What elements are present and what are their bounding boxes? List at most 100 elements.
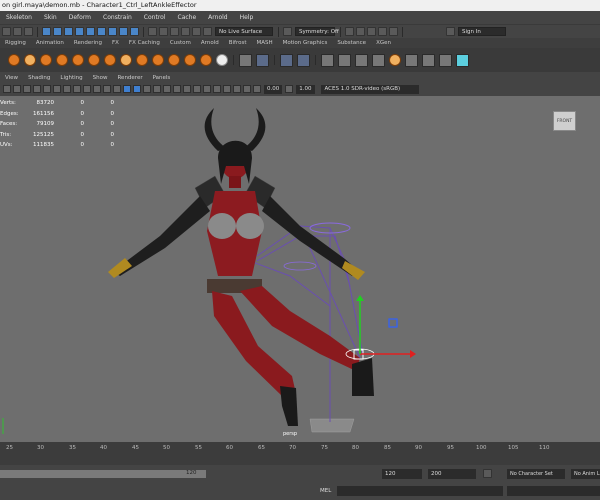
resolution-gate-icon[interactable]	[83, 85, 91, 93]
menu-arnold[interactable]: Arnold	[202, 14, 233, 21]
combine-icon[interactable]	[280, 53, 293, 67]
wireframe-on-shaded-icon[interactable]	[143, 85, 151, 93]
soccer-ball-icon[interactable]	[216, 54, 228, 66]
tab-substance[interactable]: Substance	[332, 40, 371, 46]
motion-blur-icon[interactable]	[193, 85, 201, 93]
select-hierarchy-icon[interactable]	[2, 27, 11, 36]
snap-grid-icon[interactable]	[148, 27, 157, 36]
tab-bifrost[interactable]: Bifrost	[224, 40, 252, 46]
symmetry-dropdown[interactable]: Symmetry: Off	[295, 27, 339, 36]
tab-fx[interactable]: FX	[107, 40, 124, 46]
tab-custom[interactable]: Custom	[165, 40, 196, 46]
time-slider[interactable]: 25 30 35 40 45 50 55 60 65 70 75 80 85 9…	[0, 442, 600, 465]
smooth-shade-icon[interactable]	[133, 85, 141, 93]
range-end-field[interactable]: 120	[382, 469, 422, 479]
grid-icon[interactable]	[63, 85, 71, 93]
menu-lighting[interactable]: Lighting	[55, 75, 87, 81]
user-icon[interactable]	[446, 27, 455, 36]
tab-xgen[interactable]: XGen	[371, 40, 396, 46]
sign-in-dropdown[interactable]: Sign In	[458, 27, 506, 36]
command-language-label[interactable]: MEL	[320, 488, 331, 494]
skull-icon[interactable]	[422, 53, 435, 67]
rig-control[interactable]	[283, 261, 317, 271]
mask-icon[interactable]	[130, 27, 139, 36]
torus-icon[interactable]	[88, 54, 100, 66]
mask-icon[interactable]	[64, 27, 73, 36]
fill-hole-icon[interactable]	[372, 53, 385, 67]
isolate-icon[interactable]	[213, 85, 221, 93]
grid-icon[interactable]	[256, 53, 269, 67]
mask-icon[interactable]	[86, 27, 95, 36]
shadows-icon[interactable]	[173, 85, 181, 93]
snap-point-icon[interactable]	[170, 27, 179, 36]
move-axis-x-arrow[interactable]	[410, 350, 416, 358]
render-settings-icon[interactable]	[367, 27, 376, 36]
mirror-icon[interactable]	[405, 53, 418, 67]
exposure-field[interactable]: 0.00	[264, 84, 283, 94]
menu-panels[interactable]: Panels	[148, 75, 176, 81]
film-gate-icon[interactable]	[73, 85, 81, 93]
live-surface-field[interactable]: No Live Surface	[215, 27, 273, 36]
ipr-render-icon[interactable]	[356, 27, 365, 36]
image-plane-icon[interactable]	[33, 85, 41, 93]
extrude-icon[interactable]	[321, 53, 334, 67]
menu-control[interactable]: Control	[138, 14, 172, 21]
command-input[interactable]	[337, 486, 503, 496]
disc-icon[interactable]	[104, 54, 116, 66]
prism-icon[interactable]	[152, 54, 164, 66]
ambient-occlusion-icon[interactable]	[183, 85, 191, 93]
hypershade-icon[interactable]	[378, 27, 387, 36]
smooth-icon[interactable]	[389, 54, 401, 66]
pipe-icon[interactable]	[168, 54, 180, 66]
humanik-icon[interactable]	[456, 53, 469, 67]
anti-aliasing-icon[interactable]	[203, 85, 211, 93]
2d-pan-icon[interactable]	[43, 85, 51, 93]
menu-skin[interactable]: Skin	[38, 14, 63, 21]
tab-arnold[interactable]: Arnold	[196, 40, 224, 46]
menu-help[interactable]: Help	[234, 14, 260, 21]
menu-show[interactable]: Show	[88, 75, 113, 81]
mask-icon[interactable]	[53, 27, 62, 36]
tab-motion-graphics[interactable]: Motion Graphics	[278, 40, 333, 46]
platonic-icon[interactable]	[120, 54, 132, 66]
select-component-icon[interactable]	[24, 27, 33, 36]
cylinder-icon[interactable]	[40, 54, 52, 66]
camera-attr-icon[interactable]	[13, 85, 21, 93]
move-axis-y-arrow[interactable]	[356, 295, 364, 301]
snap-surface-icon[interactable]	[192, 27, 201, 36]
mask-icon[interactable]	[97, 27, 106, 36]
sphere-icon[interactable]	[8, 54, 20, 66]
bookmark-icon[interactable]	[23, 85, 31, 93]
backface-icon[interactable]	[243, 85, 251, 93]
wireframe-icon[interactable]	[123, 85, 131, 93]
gamma-icon[interactable]	[285, 85, 294, 93]
xray-icon[interactable]	[223, 85, 231, 93]
helix-icon[interactable]	[184, 54, 196, 66]
safe-action-icon[interactable]	[113, 85, 121, 93]
tab-rendering[interactable]: Rendering	[69, 40, 107, 46]
symmetry-icon[interactable]	[283, 27, 292, 36]
gear-icon[interactable]	[200, 54, 212, 66]
bridge-icon[interactable]	[338, 53, 351, 67]
menu-shading[interactable]: Shading	[23, 75, 55, 81]
textured-icon[interactable]	[153, 85, 161, 93]
gamma-field[interactable]: 1.00	[296, 84, 315, 94]
live-surface-icon[interactable]	[203, 27, 212, 36]
color-space-dropdown[interactable]: ACES 1.0 SDR-video (sRGB)	[320, 84, 419, 94]
t-pose-icon[interactable]	[439, 53, 452, 67]
anim-layer-dropdown[interactable]: No Anim L	[571, 469, 600, 479]
menu-view[interactable]: View	[0, 75, 23, 81]
mask-icon[interactable]	[75, 27, 84, 36]
viewport[interactable]: Verts: 83720 0 0 Edges: 161156 0 0 Faces…	[0, 96, 600, 442]
menu-deform[interactable]: Deform	[63, 14, 97, 21]
field-chart-icon[interactable]	[103, 85, 111, 93]
snap-curve-icon[interactable]	[159, 27, 168, 36]
tab-animation[interactable]: Animation	[31, 40, 69, 46]
character-set-icon[interactable]	[483, 469, 492, 478]
bevel-icon[interactable]	[355, 53, 368, 67]
menu-skeleton[interactable]: Skeleton	[0, 14, 38, 21]
menu-renderer[interactable]: Renderer	[112, 75, 147, 81]
mask-icon[interactable]	[108, 27, 117, 36]
menu-cache[interactable]: Cache	[172, 14, 203, 21]
sun-light-icon[interactable]	[239, 53, 252, 67]
